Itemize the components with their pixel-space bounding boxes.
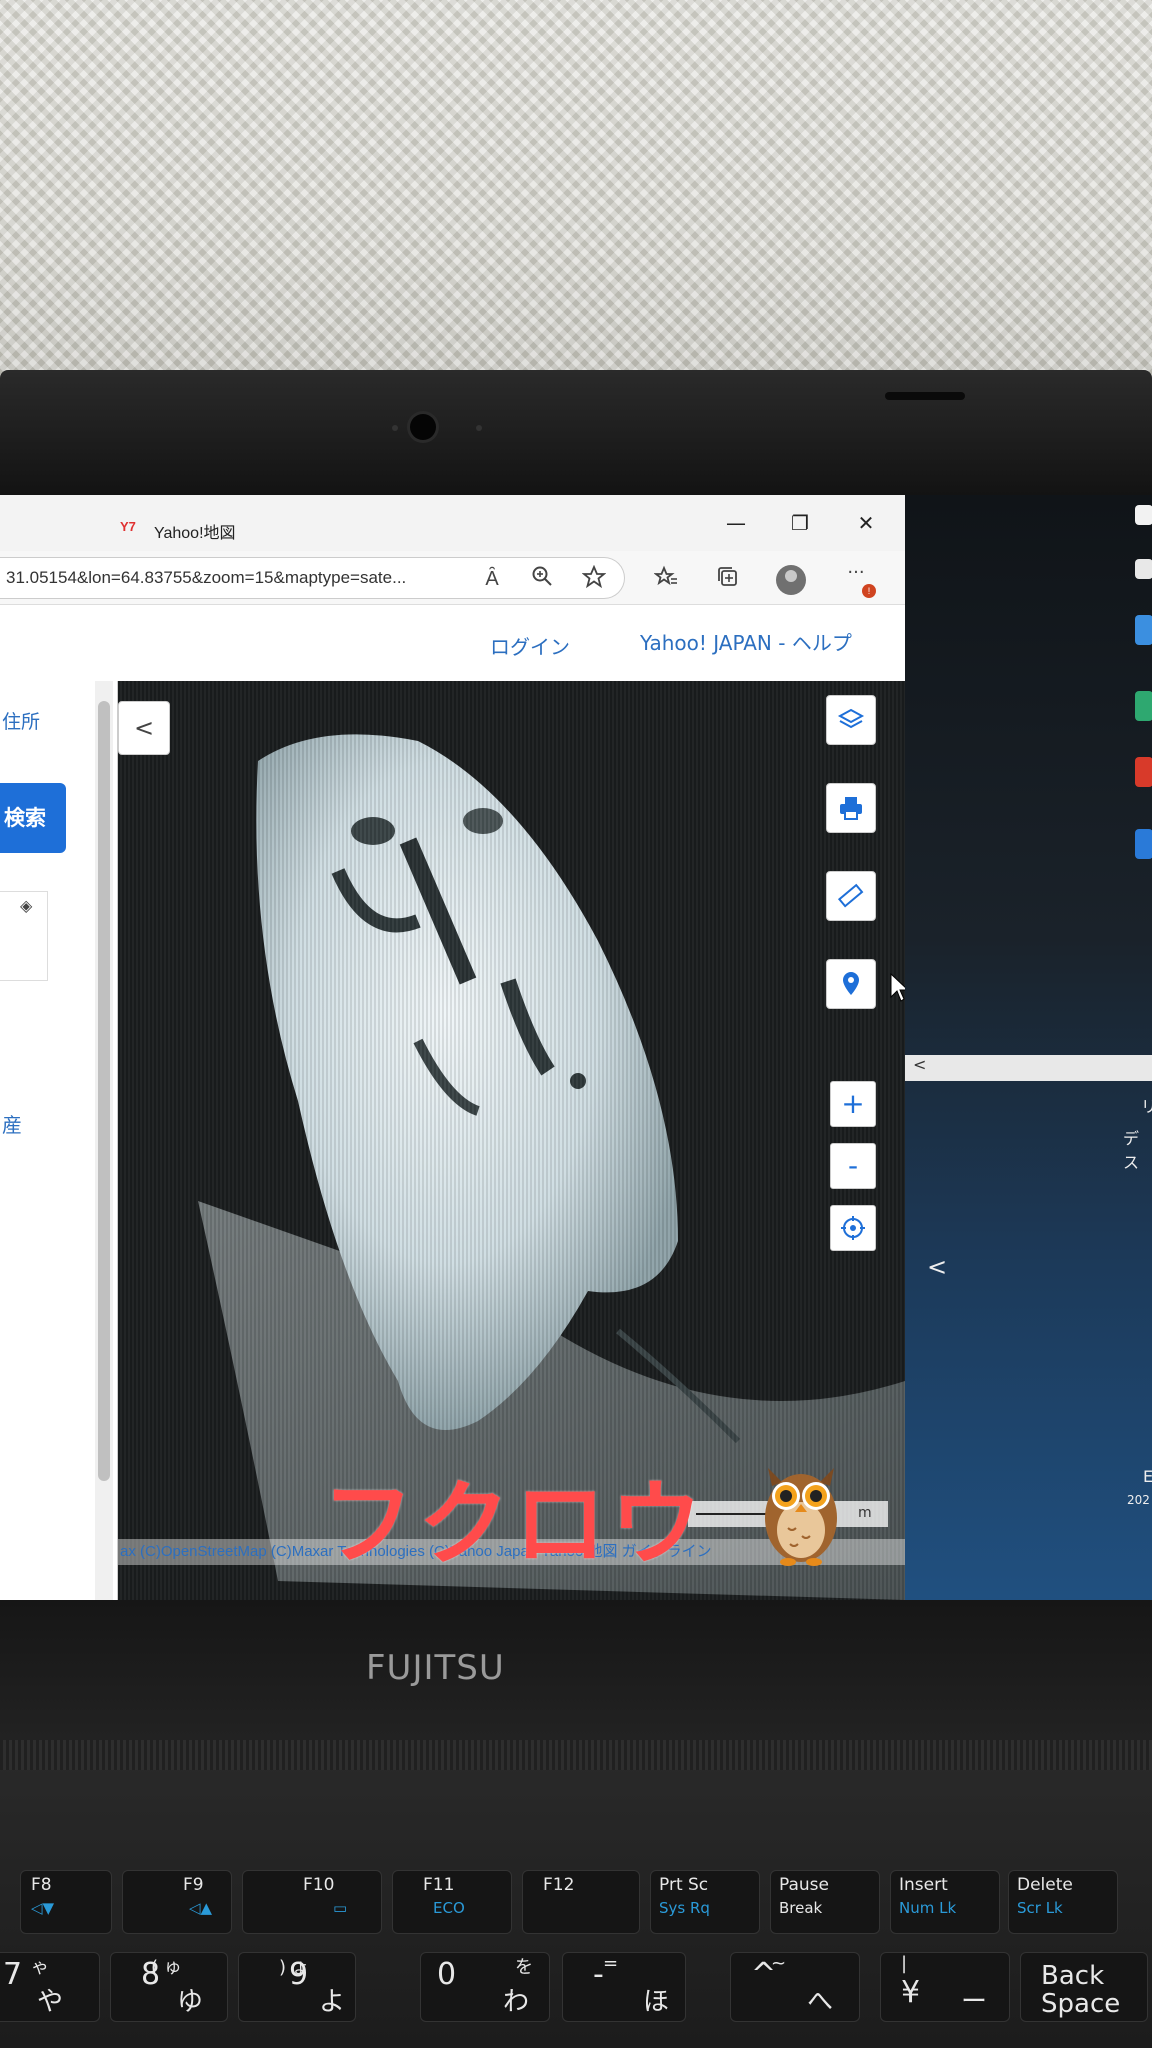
route-diamond-icon: ◈ <box>20 896 33 915</box>
speaker-grille <box>885 392 965 400</box>
laptop-bottom-bezel <box>0 1600 1152 1740</box>
collections-icon[interactable] <box>714 565 742 593</box>
app-icon-green[interactable] <box>1135 691 1152 721</box>
address-tab[interactable]: 住所 <box>2 707 40 734</box>
key-f12[interactable]: F12 <box>522 1870 640 1934</box>
fujitsu-logo: FUJITSU <box>366 1648 505 1688</box>
layers-icon <box>837 708 865 729</box>
key-9[interactable]: ) ょ9よ <box>238 1952 356 2022</box>
restore-button[interactable]: ❐ <box>780 507 820 539</box>
key-7[interactable]: ゃ7や <box>0 1952 100 2022</box>
webcam-led-left <box>392 425 398 431</box>
desktop-text-2: デス <box>1123 1129 1140 1172</box>
side-panel-label[interactable]: 産 <box>2 1109 22 1138</box>
webcam <box>410 414 436 440</box>
pin-button[interactable] <box>826 959 876 1009</box>
scroll-thumb[interactable] <box>98 701 110 1481</box>
key-f10[interactable]: F10 ▭ <box>242 1870 382 1934</box>
address-bar: 31.05154&lon=64.83755&zoom=15&maptype=sa… <box>0 551 905 605</box>
windows-logo-icon[interactable] <box>1135 505 1152 525</box>
profile-avatar[interactable] <box>776 565 806 595</box>
side-panel-scrollbar[interactable] <box>95 681 113 1600</box>
desktop-panel-strip[interactable]: < <box>905 1055 1152 1081</box>
keyboard: F8 ◁▼ F9 ◁▲ F10 ▭ F11 ECO F12 Prt Sc Sys Rq P… <box>0 1740 1152 2048</box>
keyboard-hinge <box>0 1740 1152 1770</box>
browser-window: Y7 Yahoo!地図 — ❐ ✕ 31.05154&lon=64.83755&… <box>0 495 905 1600</box>
desktop-text-1: リ <box>1141 1097 1152 1116</box>
key-yen[interactable]: | ¥ ー <box>880 1952 1010 2022</box>
more-menu-icon[interactable]: ··· <box>842 559 870 587</box>
cloth-background <box>0 0 1152 385</box>
layers-button[interactable] <box>826 695 876 745</box>
key-f11[interactable]: F11 ECO <box>392 1870 512 1934</box>
map-pin-icon <box>843 972 859 995</box>
crosshair-icon <box>841 1216 865 1240</box>
ruler-icon <box>837 883 864 908</box>
notification-badge: ! <box>862 584 876 598</box>
minimize-button[interactable]: — <box>716 507 756 539</box>
print-button[interactable] <box>826 783 876 833</box>
scale-label: m <box>858 1505 872 1521</box>
webcam-led-right <box>476 425 482 431</box>
login-link[interactable]: ログイン <box>490 631 570 660</box>
laptop-top-bezel <box>0 370 1152 500</box>
app-icon-red[interactable] <box>1135 757 1152 787</box>
key-prtsc[interactable]: Prt Sc Sys Rq <box>650 1870 760 1934</box>
measure-button[interactable] <box>826 871 876 921</box>
key-backspace[interactable]: Back Space <box>1020 1952 1148 2022</box>
tab-title[interactable]: Yahoo!地図 <box>154 519 236 543</box>
key-f9[interactable]: F9 ◁▲ <box>122 1870 232 1934</box>
desktop-background: < < リ デス E 202 <box>905 495 1152 1600</box>
route-box[interactable]: ◈ <box>0 891 48 981</box>
key-insert[interactable]: Insert Num Lk <box>890 1870 1000 1934</box>
desktop-chevron[interactable]: < <box>927 1253 947 1281</box>
yahoo-header: ログイン Yahoo! JAPAN - ヘルプ <box>0 605 905 681</box>
laptop-screen: Y7 Yahoo!地図 — ❐ ✕ 31.05154&lon=64.83755&… <box>0 495 1152 1600</box>
key-0[interactable]: を0わ <box>420 1952 550 2022</box>
key-8[interactable]: ( ゅ8ゆ <box>110 1952 228 2022</box>
browser-titlebar: Y7 Yahoo!地図 — ❐ ✕ <box>0 495 905 551</box>
search-button[interactable]: 検索 <box>0 783 66 853</box>
desktop-text-3: E <box>1143 1467 1152 1486</box>
help-link[interactable]: Yahoo! JAPAN - ヘルプ <box>640 627 852 656</box>
search-side-panel: 住所 検索 ◈ 産 <box>0 681 118 1600</box>
favorites-icon[interactable] <box>652 565 680 593</box>
key-pause[interactable]: Pause Break <box>770 1870 880 1934</box>
owl-emoji-icon <box>765 1468 837 1566</box>
key-f8[interactable]: F8 ◁▼ <box>20 1870 112 1934</box>
collapse-panel-button[interactable]: < <box>118 701 170 755</box>
zoom-icon[interactable] <box>528 565 556 593</box>
desktop-app-icon[interactable] <box>1135 559 1152 579</box>
url-text: 31.05154&lon=64.83755&zoom=15&maptype=sa… <box>6 568 407 587</box>
key-delete[interactable]: Delete Scr Lk <box>1008 1870 1118 1934</box>
zoom-out-button[interactable]: - <box>830 1143 876 1189</box>
close-button[interactable]: ✕ <box>846 507 886 539</box>
add-favorite-icon[interactable] <box>580 564 608 593</box>
edge-icon[interactable] <box>1135 615 1152 645</box>
desktop-text-4: 202 <box>1127 1493 1150 1507</box>
mail-icon[interactable] <box>1135 829 1152 859</box>
key-caret[interactable]: ~ ^ へ <box>730 1952 860 2022</box>
print-icon <box>840 797 862 820</box>
owl-caption: フクロウ <box>322 1471 707 1578</box>
zoom-in-button[interactable]: + <box>830 1081 876 1127</box>
key-minus[interactable]: = - ほ <box>562 1952 686 2022</box>
yahoo-tab-logo: Y7 <box>120 519 136 534</box>
read-aloud-icon[interactable]: Ȃ <box>478 565 506 593</box>
current-location-button[interactable] <box>830 1205 876 1251</box>
